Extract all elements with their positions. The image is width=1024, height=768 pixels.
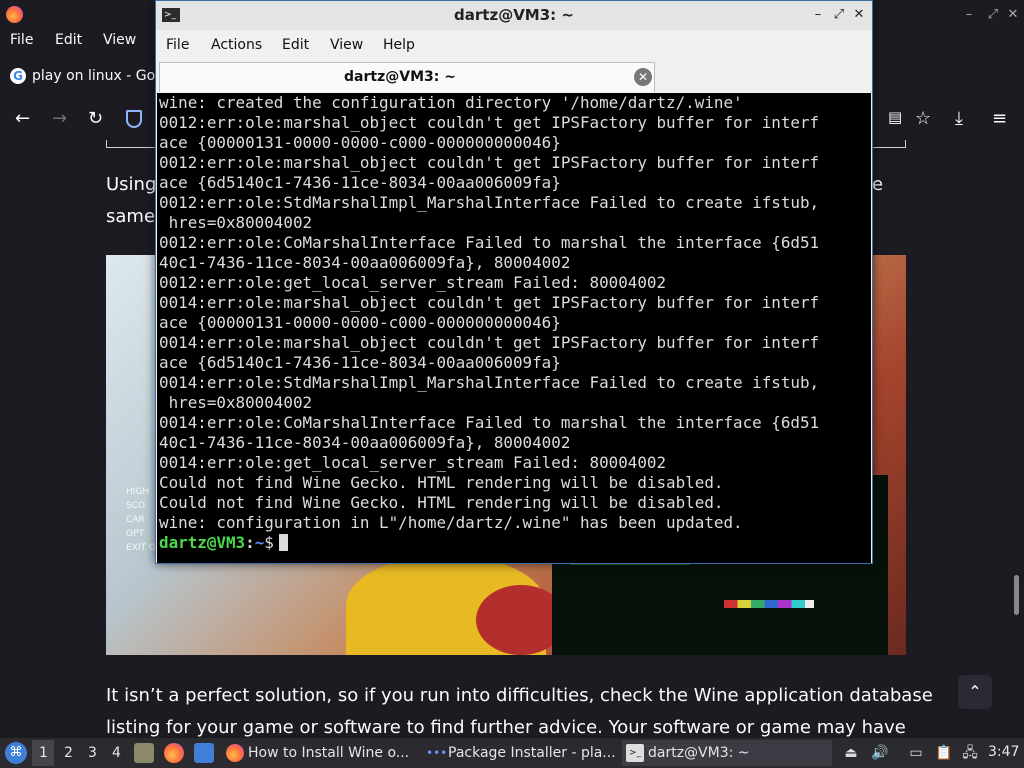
terminal-output-line: ace {6d5140c1-7436-11ce-8034-00aa006009f… — [159, 353, 561, 372]
prompt-user-host: dartz@VM3 — [159, 533, 246, 552]
terminal-output-line: 0012:err:ole:StdMarshalImpl_MarshalInter… — [159, 193, 820, 212]
taskbar: ⌘ 1 2 3 4 How to Install Wine o... ••• P… — [0, 738, 1024, 768]
terminal-console[interactable]: wine: created the configuration director… — [157, 93, 871, 563]
prompt-symbol: $ — [264, 533, 274, 552]
terminal-menu-edit[interactable]: Edit — [282, 37, 309, 53]
downloads-icon[interactable]: ⤓ — [955, 108, 963, 129]
terminal-output: wine: created the configuration director… — [159, 93, 819, 533]
firefox-launcher-icon[interactable] — [164, 743, 184, 763]
task-label: How to Install Wine o... — [248, 745, 410, 761]
clock: 3:47 — [988, 744, 1020, 760]
terminal-tabbar: dartz@VM3: ~ ✕ — [156, 61, 872, 93]
task-terminal[interactable]: >_ dartz@VM3: ~ — [622, 740, 832, 766]
terminal-output-line: 0014:err:ole:marshal_object couldn't get… — [159, 293, 820, 312]
maximize-icon[interactable]: ⤢ — [984, 6, 1002, 24]
image-color-bar — [724, 600, 814, 608]
browser-menu-edit[interactable]: Edit — [55, 32, 82, 48]
text-cursor — [278, 534, 288, 551]
article-text-fragment: Using — [106, 174, 157, 195]
back-icon[interactable]: ← — [15, 108, 30, 129]
forward-icon[interactable]: → — [52, 108, 67, 129]
firefox-icon — [226, 744, 244, 762]
prompt-path: ~ — [254, 533, 265, 552]
terminal-output-line: wine: created the configuration director… — [159, 93, 743, 112]
terminal-output-line: 0014:err:ole:StdMarshalImpl_MarshalInter… — [159, 373, 820, 392]
workspace-4[interactable]: 4 — [112, 745, 121, 761]
maximize-icon[interactable]: ⤢ — [831, 6, 847, 24]
terminal-tab-label: dartz@VM3: ~ — [344, 69, 456, 85]
terminal-icon: >_ — [626, 744, 644, 762]
terminal-window: >_ dartz@VM3: ~ – ⤢ ✕ File Actions Edit … — [155, 0, 873, 564]
terminal-output-line: 0012:err:ole:CoMarshalInterface Failed t… — [159, 233, 820, 252]
minimize-icon[interactable]: – — [960, 6, 978, 24]
terminal-output-line: Could not find Wine Gecko. HTML renderin… — [159, 493, 724, 512]
terminal-output-line: 40c1-7436-11ce-8034-00aa006009fa}, 80004… — [159, 433, 571, 452]
volume-icon[interactable]: 🔊 — [871, 744, 889, 762]
terminal-menu-file[interactable]: File — [166, 37, 189, 53]
workspace-2[interactable]: 2 — [64, 745, 73, 761]
terminal-prompt: dartz@VM3:~$ — [159, 533, 288, 553]
terminal-menu-actions[interactable]: Actions — [211, 37, 262, 53]
terminal-output-line: 0012:err:ole:marshal_object couldn't get… — [159, 113, 820, 132]
terminal-menubar: File Actions Edit View Help — [156, 31, 872, 59]
terminal-output-line: Could not find Wine Gecko. HTML renderin… — [159, 473, 724, 492]
scroll-to-top-button[interactable]: ⌃ — [958, 675, 992, 709]
browser-menu-file[interactable]: File — [10, 32, 33, 48]
network-icon[interactable]: 🖧 — [961, 744, 979, 762]
terminal-output-line: 0014:err:ole:get_local_server_stream Fai… — [159, 453, 667, 472]
task-package-installer[interactable]: ••• Package Installer - pla... — [422, 740, 617, 766]
hamburger-menu-icon[interactable]: ≡ — [992, 108, 1007, 129]
article-paragraph-line: It isn’t a perfect solution, so if you r… — [106, 685, 933, 706]
tab-close-icon[interactable]: ✕ — [634, 68, 652, 86]
terminal-output-line: hres=0x80004002 — [159, 213, 313, 232]
terminal-output-line: wine: configuration in L"/home/dartz/.wi… — [159, 513, 743, 532]
terminal-output-line: 0012:err:ole:marshal_object couldn't get… — [159, 153, 820, 172]
terminal-output-line: 0012:err:ole:get_local_server_stream Fai… — [159, 273, 667, 292]
reload-icon[interactable]: ↻ — [88, 108, 103, 129]
task-label: dartz@VM3: ~ — [648, 745, 750, 761]
terminal-output-line: hres=0x80004002 — [159, 393, 313, 412]
reader-view-icon[interactable]: ▤ — [888, 108, 902, 126]
terminal-output-line: 0014:err:ole:marshal_object couldn't get… — [159, 333, 820, 352]
terminal-output-line: 0014:err:ole:CoMarshalInterface Failed t… — [159, 413, 820, 432]
terminal-window-title: dartz@VM3: ~ — [454, 6, 574, 24]
start-menu-icon[interactable]: ⌘ — [5, 742, 27, 764]
terminal-output-line: ace {00000131-0000-0000-c000-00000000004… — [159, 313, 561, 332]
task-label: Package Installer - pla... — [448, 745, 616, 761]
terminal-titlebar[interactable]: >_ dartz@VM3: ~ – ⤢ ✕ — [156, 1, 872, 30]
tracking-shield-icon[interactable] — [126, 110, 142, 128]
terminal-output-line: ace {6d5140c1-7436-11ce-8034-00aa006009f… — [159, 173, 561, 192]
browser-tab-title: play on linux - Goo — [32, 68, 164, 84]
terminal-output-line: 40c1-7436-11ce-8034-00aa006009fa}, 80004… — [159, 253, 571, 272]
close-icon[interactable]: ✕ — [1004, 6, 1022, 24]
file-manager-icon[interactable] — [134, 743, 154, 763]
article-paragraph-line: listing for your game or software to fin… — [106, 717, 906, 738]
eject-icon[interactable]: ⏏ — [842, 744, 860, 762]
minimize-icon[interactable]: – — [810, 6, 826, 24]
terminal-tab[interactable]: dartz@VM3: ~ ✕ — [159, 62, 655, 92]
display-icon[interactable]: ▭ — [907, 744, 925, 762]
prompt-separator: : — [245, 533, 255, 552]
google-icon: G — [10, 68, 26, 84]
package-installer-icon: ••• — [426, 746, 448, 760]
clipboard-icon[interactable]: 📋 — [935, 744, 953, 762]
browser-menu-view[interactable]: View — [103, 32, 136, 48]
article-text-fragment: same — [106, 206, 156, 227]
firefox-logo-icon — [6, 6, 23, 23]
workspace-1[interactable]: 1 — [39, 745, 48, 761]
terminal-output-line: ace {00000131-0000-0000-c000-00000000004… — [159, 133, 561, 152]
bookmark-star-icon[interactable]: ☆ — [915, 108, 931, 129]
browser-tab[interactable]: G play on linux - Goo — [0, 58, 164, 96]
desktop-icon[interactable] — [194, 743, 214, 763]
workspace-3[interactable]: 3 — [88, 745, 97, 761]
close-icon[interactable]: ✕ — [851, 6, 867, 24]
terminal-menu-help[interactable]: Help — [383, 37, 415, 53]
terminal-menu-view[interactable]: View — [330, 37, 363, 53]
page-scrollbar[interactable] — [1014, 575, 1019, 615]
article-text-fragment: e — [872, 174, 884, 195]
task-browser[interactable]: How to Install Wine o... — [222, 740, 417, 766]
